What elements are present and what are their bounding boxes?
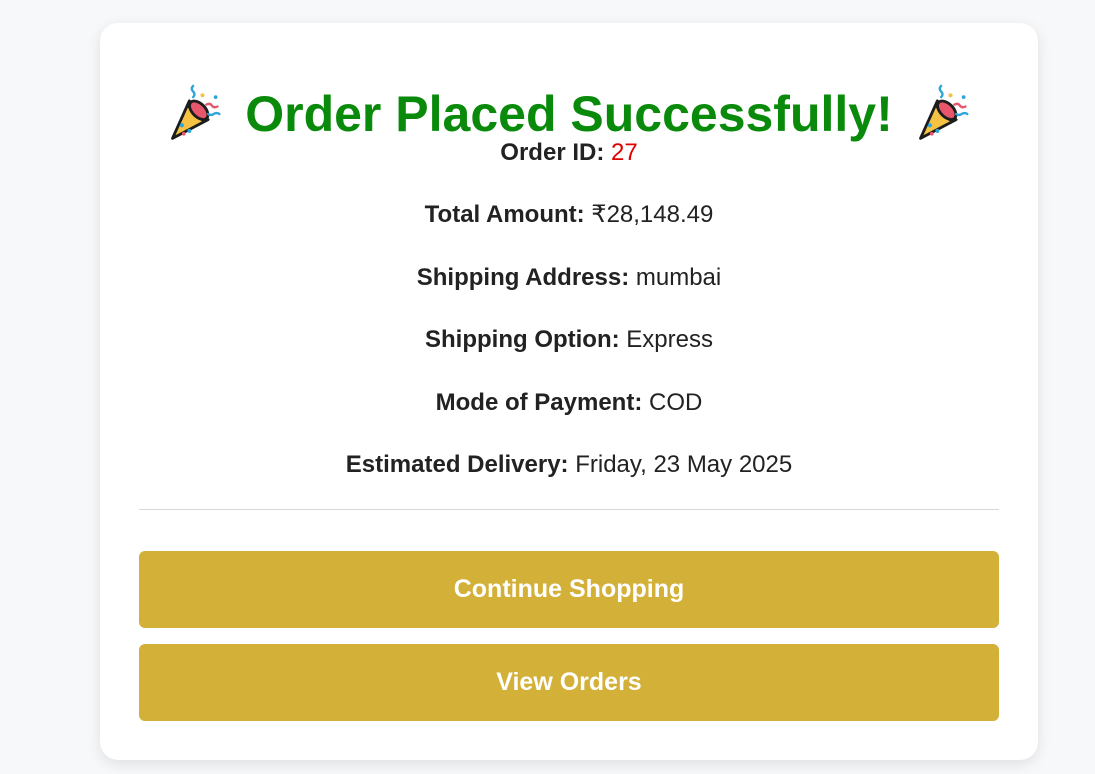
estimated-delivery-value: Friday, 23 May 2025: [575, 451, 793, 478]
page-title: Order Placed Successfully!: [100, 83, 1038, 145]
shipping-option-label: Shipping Option:: [425, 326, 620, 353]
success-heading: Order Placed Successfully!: [245, 86, 893, 142]
payment-mode-value: COD: [649, 389, 703, 416]
party-popper-icon: [918, 84, 969, 140]
view-orders-button[interactable]: View Orders: [139, 644, 999, 721]
payment-mode-row: Mode of Payment: COD: [100, 388, 1038, 418]
total-amount-value: ₹28,148.49: [591, 201, 714, 228]
total-amount-label: Total Amount:: [424, 201, 585, 228]
shipping-option-value: Express: [626, 326, 713, 353]
estimated-delivery-label: Estimated Delivery:: [345, 451, 569, 478]
order-id-value: 27: [610, 139, 638, 166]
estimated-delivery-row: Estimated Delivery: Friday, 23 May 2025: [100, 450, 1038, 480]
shipping-address-row: Shipping Address: mumbai: [100, 263, 1038, 293]
order-confirmation-card: Order Placed Successfully! Order ID: 27 …: [100, 23, 1038, 760]
shipping-address-label: Shipping Address:: [416, 264, 630, 291]
total-amount-row: Total Amount: ₹28,148.49: [100, 200, 1038, 230]
shipping-address-value: mumbai: [635, 264, 722, 291]
party-popper-icon: [171, 84, 221, 140]
payment-mode-label: Mode of Payment:: [435, 389, 643, 416]
order-id-row: Order ID: 27: [100, 138, 1038, 168]
continue-shopping-button[interactable]: Continue Shopping: [139, 551, 999, 628]
shipping-option-row: Shipping Option: Express: [100, 325, 1038, 355]
divider: [139, 509, 999, 510]
order-id-label: Order ID:: [500, 139, 605, 166]
